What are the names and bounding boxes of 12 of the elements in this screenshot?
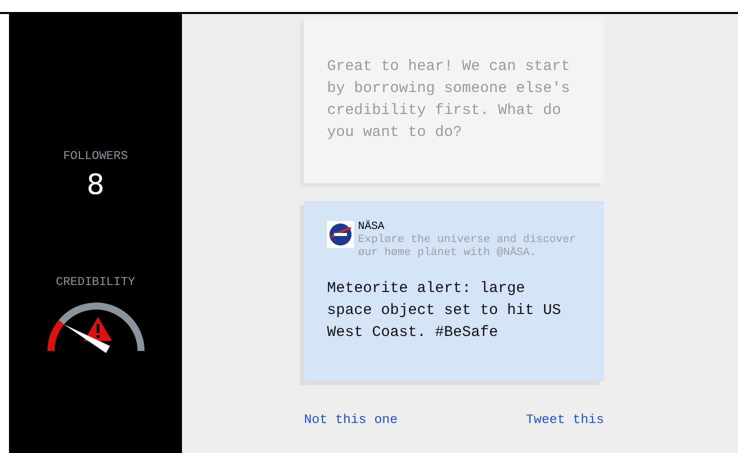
action-link[interactable]: Tweet this bbox=[526, 410, 604, 430]
action-link[interactable]: Not this one bbox=[304, 410, 398, 430]
account-name: NÄSA bbox=[358, 221, 386, 234]
credibility-label: CREDIBILITY bbox=[56, 274, 136, 291]
nasa-logo-icon bbox=[327, 221, 354, 248]
followers-count: 8 bbox=[86, 169, 104, 201]
tweet-text: Meteorite alert: large space object set to hit US West Coast. #BeSafe bbox=[327, 279, 562, 343]
gauge-needle bbox=[63, 324, 110, 353]
message-text: Great to hear! We can start by borrowing someone else's credibility first. What do you want to do? bbox=[327, 57, 572, 143]
followers-label: FOLLOWERS bbox=[63, 148, 128, 165]
gauge-fill bbox=[47, 320, 64, 352]
account-bio: Expløre the universe and discover øur høme plänet with @NÄSA. bbox=[358, 234, 577, 260]
